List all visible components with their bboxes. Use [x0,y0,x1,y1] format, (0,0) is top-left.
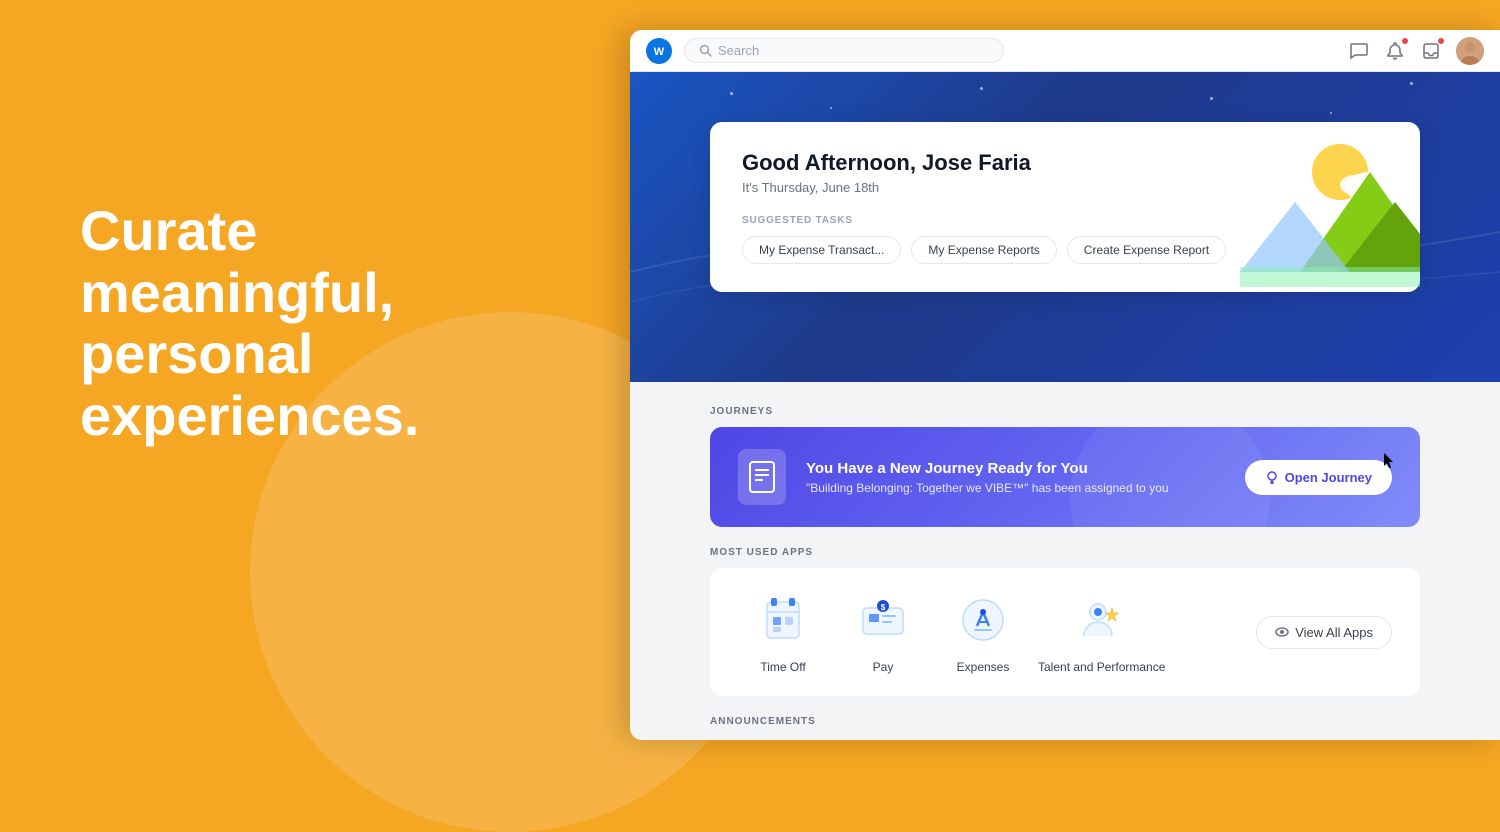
pay-icon: $ [857,594,909,646]
most-used-apps-section: MOST USED APPS [710,547,1420,696]
task-button-2[interactable]: Create Expense Report [1067,236,1226,264]
hero-headline: Curate meaningful, personal experiences. [80,200,500,446]
app-item-expenses[interactable]: Expenses [938,590,1028,674]
svg-text:$: $ [881,603,886,612]
search-bar[interactable]: Search [684,38,1004,63]
svg-text:W: W [654,46,665,58]
pay-icon-wrap: $ [853,590,913,650]
journey-icon-wrap [738,449,786,505]
journeys-section: JOURNEYS You Have a New Journey Ready fo… [710,406,1420,527]
browser-actions [1348,37,1484,65]
open-journey-button[interactable]: Open Journey [1245,460,1392,495]
hero-illustration [1240,112,1420,312]
task-button-1[interactable]: My Expense Reports [911,236,1056,264]
talent-icon [1076,594,1128,646]
journey-title: You Have a New Journey Ready for You [806,460,1225,477]
browser-chrome: W Search [630,30,1500,72]
app-item-talent[interactable]: Talent and Performance [1038,590,1165,674]
app-item-pay[interactable]: $ Pay [838,590,928,674]
expenses-icon [957,594,1009,646]
talent-icon-wrap [1072,590,1132,650]
cursor [1383,452,1395,470]
journey-card-icon [748,460,776,494]
notification-badge [1401,37,1409,45]
talent-label: Talent and Performance [1038,660,1165,674]
browser-window: W Search [630,30,1500,740]
pay-label: Pay [873,660,894,674]
open-journey-label: Open Journey [1285,470,1372,485]
left-panel: Curate meaningful, personal experiences. [80,200,500,446]
time-off-label: Time Off [760,660,805,674]
search-placeholder: Search [718,43,759,58]
view-all-label: View All Apps [1295,625,1373,640]
content-area: JOURNEYS You Have a New Journey Ready fo… [630,382,1500,740]
expenses-icon-wrap [953,590,1013,650]
time-off-icon [757,594,809,646]
eye-icon [1275,625,1289,639]
journey-subtitle: "Building Belonging: Together we VIBE™" … [806,481,1225,495]
workday-logo: W [646,38,672,64]
expenses-label: Expenses [957,660,1010,674]
apps-card: Time Off $ Pay [710,568,1420,696]
time-off-icon-wrap [753,590,813,650]
search-icon [699,44,712,57]
hero-banner: Good Afternoon, Jose Faria It's Thursday… [630,72,1500,382]
app-item-time-off[interactable]: Time Off [738,590,828,674]
announcements-label: ANNOUNCEMENTS [710,716,1420,727]
message-icon[interactable] [1348,40,1370,62]
user-avatar[interactable] [1456,37,1484,65]
journey-card: You Have a New Journey Ready for You "Bu… [710,427,1420,527]
location-icon [1265,470,1279,484]
inbox-badge [1437,37,1445,45]
journey-text: You Have a New Journey Ready for You "Bu… [806,460,1225,495]
inbox-icon[interactable] [1420,40,1442,62]
notification-icon[interactable] [1384,40,1406,62]
view-all-apps-button[interactable]: View All Apps [1256,616,1392,649]
task-button-0[interactable]: My Expense Transact... [742,236,901,264]
journeys-label: JOURNEYS [710,406,1420,417]
most-used-apps-label: MOST USED APPS [710,547,1420,558]
